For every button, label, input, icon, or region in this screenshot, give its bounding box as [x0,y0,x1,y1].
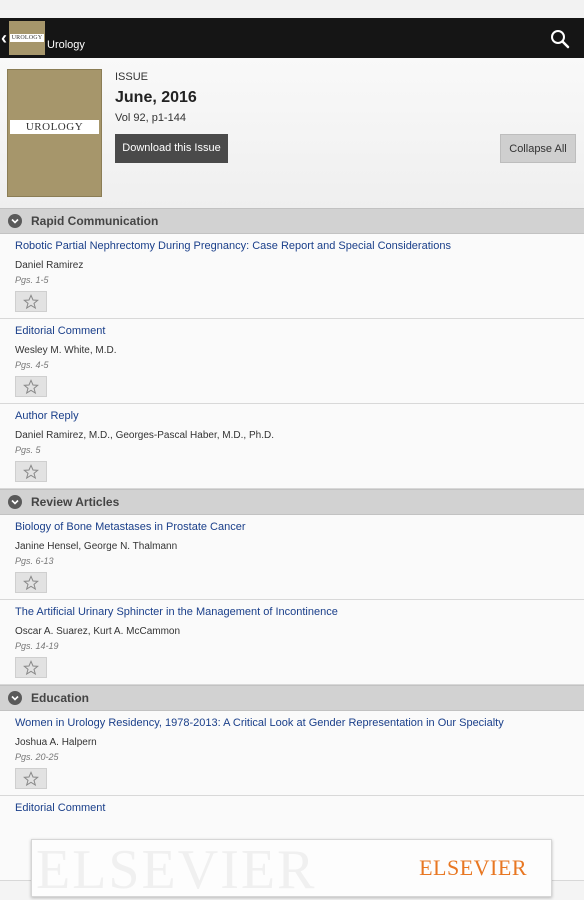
section-title: Education [31,691,90,705]
favorite-button[interactable] [15,572,47,593]
favorite-button[interactable] [15,376,47,397]
issue-date: June, 2016 [115,89,197,106]
favorite-button[interactable] [15,768,47,789]
favorite-button[interactable] [15,657,47,678]
chevron-down-icon [8,691,22,705]
article-authors: Janine Hensel, George N. Thalmann [15,541,178,552]
section-title: Rapid Communication [31,214,159,228]
article-pages: Pgs. 14-19 [15,641,59,651]
status-bar [0,0,584,18]
article-item: Editorial Comment Wesley M. White, M.D. … [0,319,584,404]
star-icon [23,574,39,590]
article-title[interactable]: The Artificial Urinary Sphincter in the … [15,606,338,618]
article-pages: Pgs. 1-5 [15,275,49,285]
article-title[interactable]: Biology of Bone Metastases in Prostate C… [15,521,246,533]
chevron-down-icon [8,495,22,509]
chevron-left-icon[interactable]: ‹ [1,18,9,58]
app-logo-text: UROLOGY [10,34,44,42]
article-title[interactable]: Women in Urology Residency, 1978-2013: A… [15,717,504,729]
section-header[interactable]: Education [0,685,584,711]
article-list: Rapid Communication Robotic Partial Neph… [0,208,584,881]
article-title[interactable]: Author Reply [15,410,79,422]
collapse-all-button[interactable]: Collapse All [500,134,576,163]
article-authors: Wesley M. White, M.D. [15,345,117,356]
article-item: The Artificial Urinary Sphincter in the … [0,600,584,685]
article-pages: Pgs. 6-13 [15,556,54,566]
article-authors: Daniel Ramirez, M.D., Georges-Pascal Hab… [15,430,274,441]
issue-header: UROLOGY ISSUE June, 2016 Vol 92, p1-144 … [0,58,584,208]
star-icon [23,659,39,675]
advertisement-banner[interactable]: ELSEVIER ELSEVIER [31,839,552,897]
chevron-down-icon [8,214,22,228]
article-pages: Pgs. 5 [15,445,41,455]
issue-label: ISSUE [115,71,149,83]
star-icon [23,378,39,394]
app-title: Urology [47,39,85,51]
section-header[interactable]: Review Articles [0,489,584,515]
section-header[interactable]: Rapid Communication [0,208,584,234]
favorite-button[interactable] [15,461,47,482]
star-icon [23,463,39,479]
article-item: Biology of Bone Metastases in Prostate C… [0,515,584,600]
article-pages: Pgs. 20-25 [15,752,59,762]
article-item: Robotic Partial Nephrectomy During Pregn… [0,234,584,319]
article-item: Women in Urology Residency, 1978-2013: A… [0,711,584,796]
download-issue-button[interactable]: Download this Issue [115,134,228,163]
app-logo[interactable]: UROLOGY [9,21,45,55]
star-icon [23,770,39,786]
article-title[interactable]: Editorial Comment [15,325,105,337]
article-authors: Daniel Ramirez [15,260,84,271]
cover-title: UROLOGY [10,120,99,134]
article-title[interactable]: Robotic Partial Nephrectomy During Pregn… [15,240,451,252]
article-authors: Joshua A. Halpern [15,737,97,748]
elsevier-logo: ELSEVIER [419,855,527,880]
ad-watermark: ELSEVIER [36,839,317,897]
star-icon [23,293,39,309]
issue-cover: UROLOGY [7,69,102,197]
action-bar: ‹ UROLOGY Urology [0,18,584,58]
article-title[interactable]: Editorial Comment [15,802,105,814]
issue-volume: Vol 92, p1-144 [115,112,186,124]
search-icon[interactable] [548,27,572,51]
section-title: Review Articles [31,495,120,509]
article-pages: Pgs. 4-5 [15,360,49,370]
article-item: Author Reply Daniel Ramirez, M.D., Georg… [0,404,584,489]
article-authors: Oscar A. Suarez, Kurt A. McCammon [15,626,181,637]
favorite-button[interactable] [15,291,47,312]
